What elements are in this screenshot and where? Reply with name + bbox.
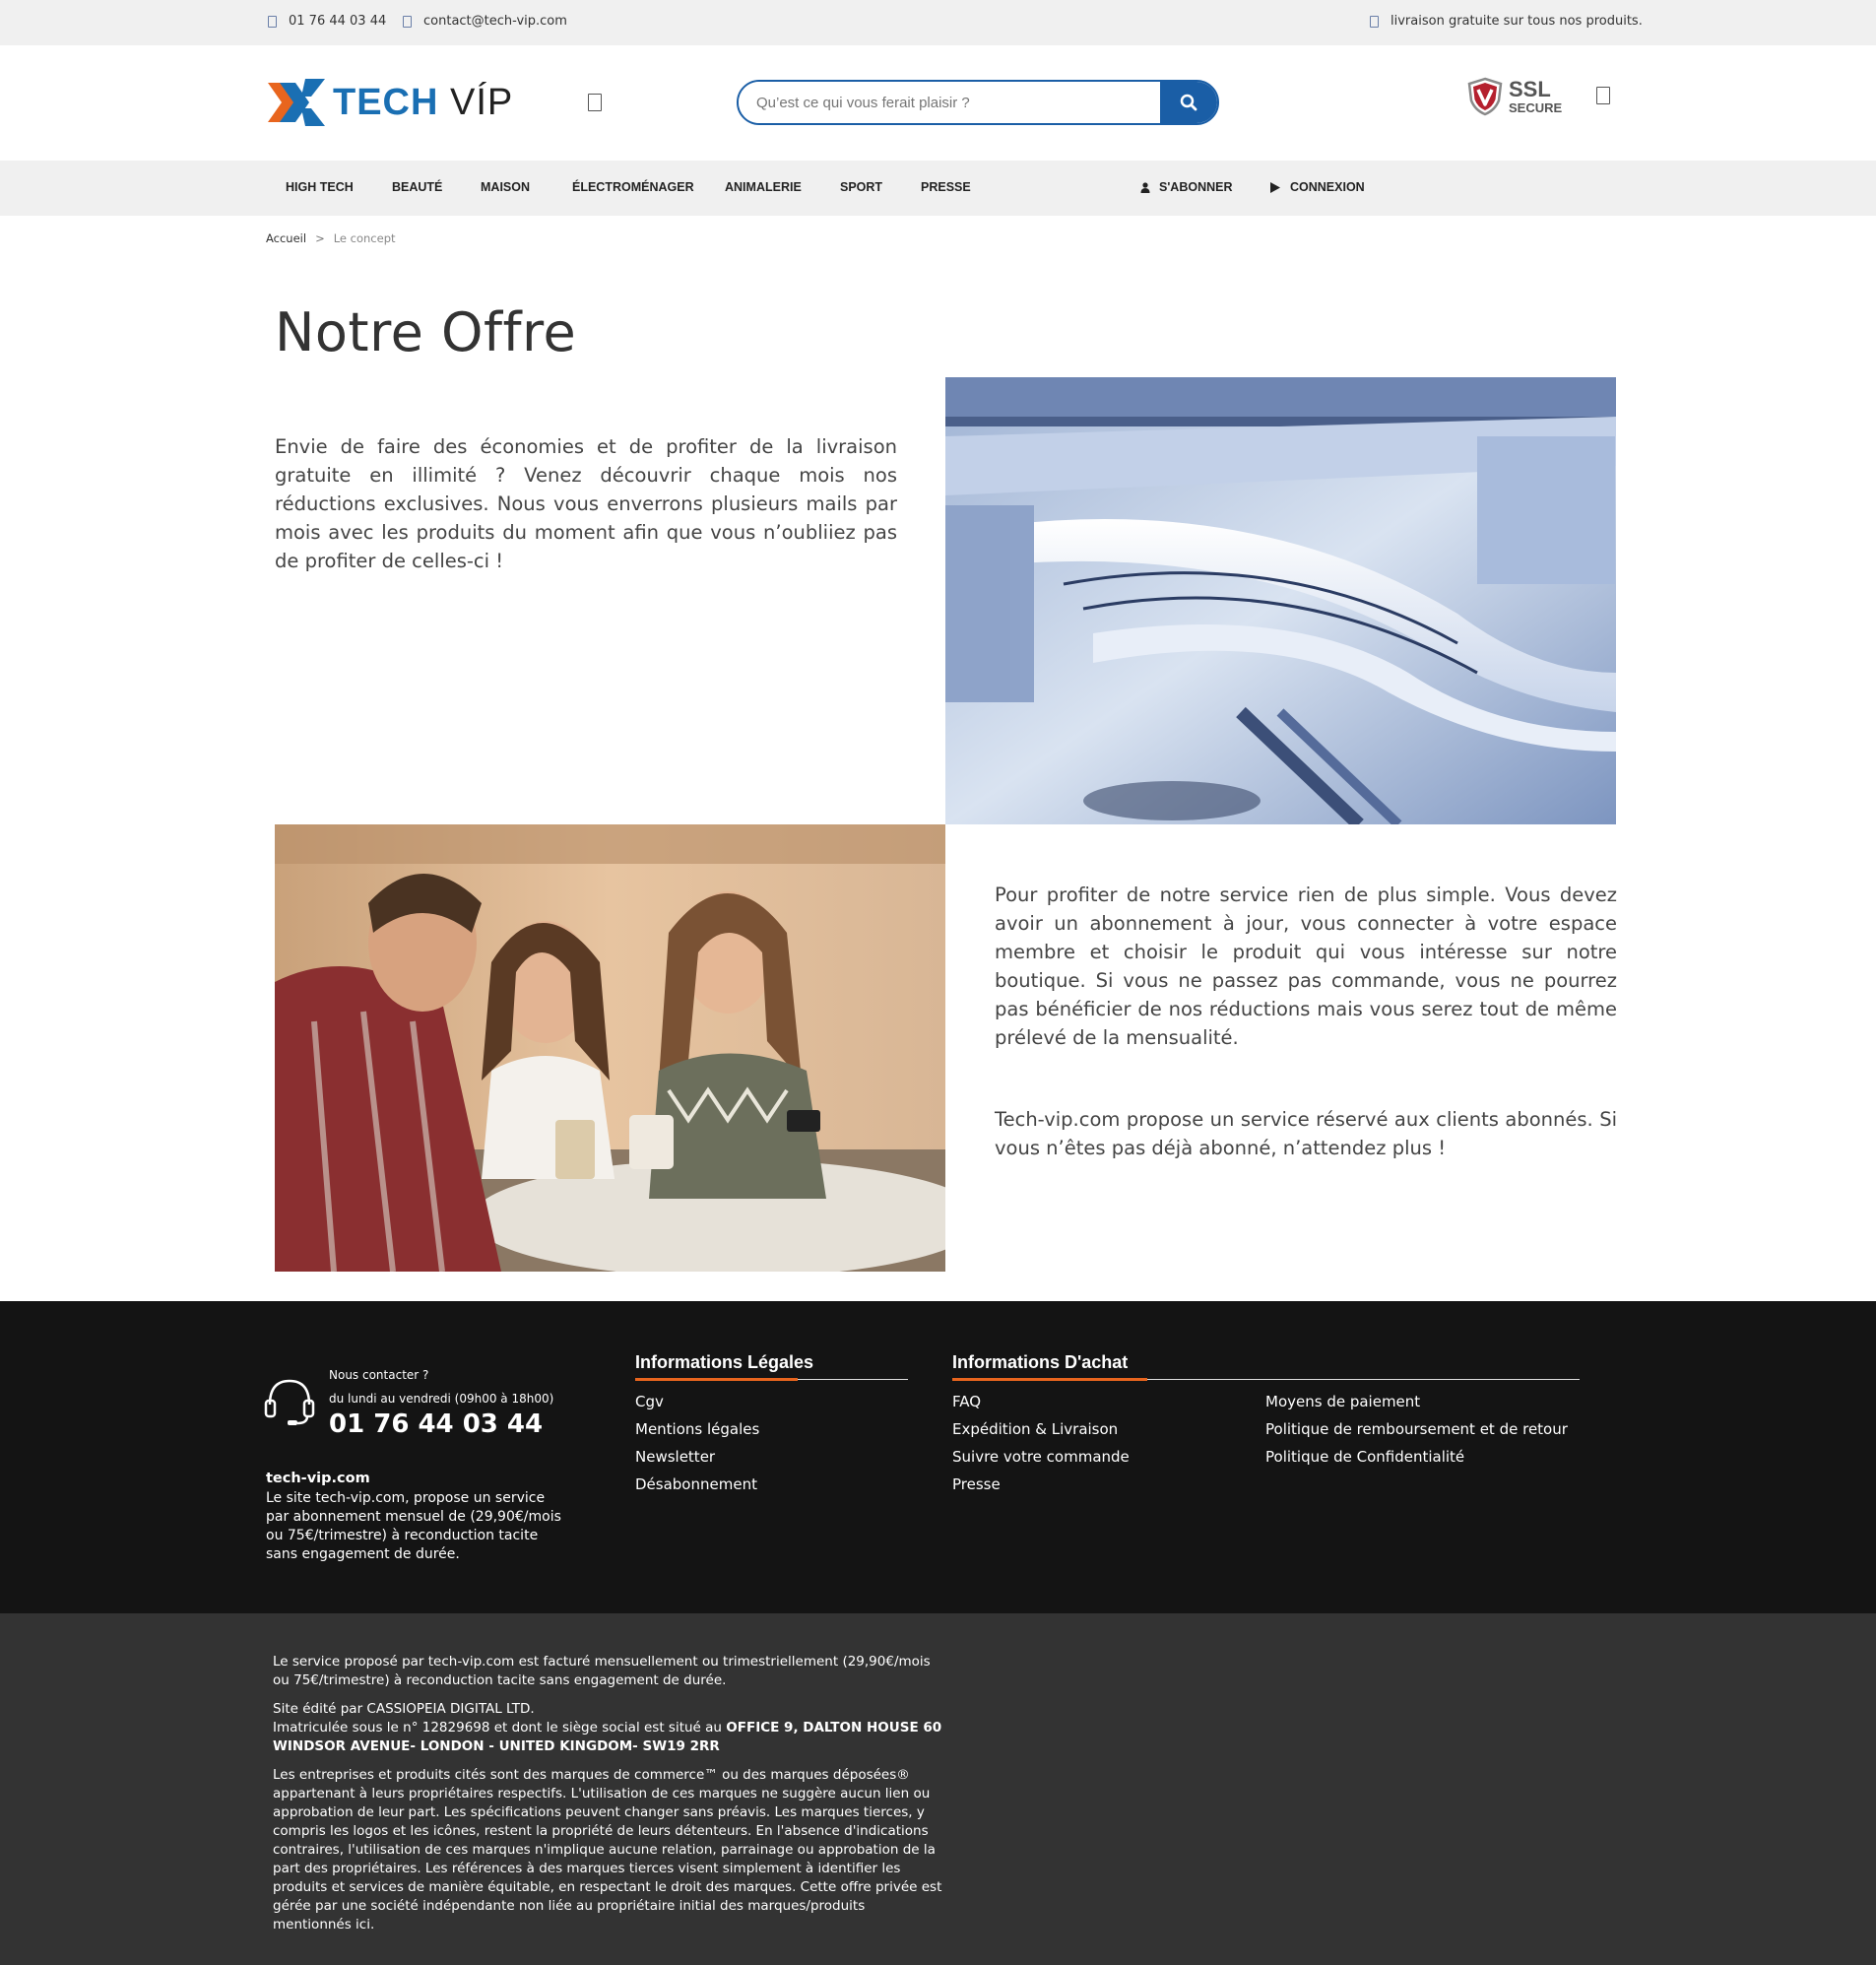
topbar-email-text: contact@tech-vip.com bbox=[423, 14, 567, 29]
footer-link-track-order[interactable]: Suivre votre commande bbox=[952, 1448, 1130, 1466]
cart-icon[interactable] bbox=[1596, 87, 1610, 104]
topbar-email[interactable]: contact@tech-vip.com bbox=[403, 14, 567, 29]
footer-link-cgv[interactable]: Cgv bbox=[635, 1393, 664, 1410]
howto-paragraph: Pour profiter de notre service rien de p… bbox=[995, 884, 1617, 1049]
nav-item-maison[interactable]: MAISON bbox=[481, 180, 530, 194]
footer-link-faq[interactable]: FAQ bbox=[952, 1393, 981, 1410]
page-title: Notre Offre bbox=[275, 301, 577, 363]
footer-site-desc: Le site tech-vip.com, propose un service… bbox=[266, 1490, 561, 1562]
legal-editor: Site édité par CASSIOPEIA DIGITAL LTD. I… bbox=[273, 1700, 942, 1756]
friends-cafe-image bbox=[275, 824, 945, 1272]
legal-info-title: Informations Légales bbox=[635, 1352, 814, 1372]
topbar-shipping-text: livraison gratuite sur tous nos produits… bbox=[1391, 14, 1643, 29]
search-icon bbox=[1180, 94, 1197, 111]
footer-link-shipping[interactable]: Expédition & Livraison bbox=[952, 1420, 1118, 1438]
topbar-phone[interactable]: 01 76 44 03 44 bbox=[268, 14, 386, 29]
play-icon bbox=[1270, 181, 1280, 193]
logo-mark-icon bbox=[268, 79, 325, 126]
search-bar bbox=[737, 80, 1219, 125]
nav-item-presse[interactable]: PRESSE bbox=[921, 180, 971, 194]
menu-icon[interactable] bbox=[588, 94, 602, 111]
legal-billing: Le service proposé par tech-vip.com est … bbox=[273, 1654, 931, 1688]
ssl-badge: SSL SECURE bbox=[1467, 77, 1562, 116]
nav-item-sport[interactable]: SPORT bbox=[840, 180, 882, 194]
legal-editor-line1: Site édité par CASSIOPEIA DIGITAL LTD. bbox=[273, 1701, 535, 1717]
breadcrumb-current: Le concept bbox=[333, 231, 396, 245]
logo-text: TECH VÍP bbox=[333, 82, 513, 124]
footer-link-unsubscribe[interactable]: Désabonnement bbox=[635, 1475, 757, 1493]
search-button[interactable] bbox=[1160, 82, 1217, 123]
nav-subscribe[interactable]: S'ABONNER bbox=[1140, 180, 1233, 194]
footer-site-name: tech-vip.com bbox=[266, 1471, 370, 1486]
main-nav: HIGH TECH BEAUTÉ MAISON ÉLECTROMÉNAGER A… bbox=[0, 161, 1876, 216]
footer-link-mentions[interactable]: Mentions légales bbox=[635, 1420, 759, 1438]
phone-icon bbox=[268, 15, 277, 28]
ssl-line1: SSL bbox=[1509, 77, 1551, 101]
nav-item-beaute[interactable]: BEAUTÉ bbox=[392, 180, 442, 194]
purchase-info-accent bbox=[952, 1378, 1147, 1381]
footer-link-privacy[interactable]: Politique de Confidentialité bbox=[1265, 1448, 1464, 1466]
purchase-info-title: Informations D'achat bbox=[952, 1352, 1129, 1372]
footer-link-newsletter[interactable]: Newsletter bbox=[635, 1448, 715, 1466]
footer-link-refund[interactable]: Politique de remboursement et de retour bbox=[1265, 1420, 1568, 1438]
header: TECH VÍP SSL SECURE bbox=[0, 45, 1876, 161]
footer: Nous contacter ? du lundi au vendredi (0… bbox=[0, 1301, 1876, 1613]
nav-login[interactable]: CONNEXION bbox=[1270, 180, 1365, 194]
nav-item-electromenager[interactable]: ÉLECTROMÉNAGER bbox=[572, 180, 694, 194]
legal-editor-line2: Imatriculée sous le n° 12829698 et dont … bbox=[273, 1720, 727, 1736]
escalator-mall-image bbox=[945, 377, 1616, 824]
legal-info-accent bbox=[635, 1378, 798, 1381]
breadcrumb-home[interactable]: Accueil bbox=[266, 231, 306, 245]
site-logo[interactable]: TECH VÍP bbox=[266, 75, 513, 130]
nav-subscribe-label: S'ABONNER bbox=[1159, 180, 1233, 194]
user-icon bbox=[1140, 181, 1150, 193]
topbar-shipping: livraison gratuite sur tous nos produits… bbox=[1370, 14, 1643, 29]
nav-item-animalerie[interactable]: ANIMALERIE bbox=[725, 180, 802, 194]
contact-phone[interactable]: 01 76 44 03 44 bbox=[329, 1409, 543, 1439]
topbar-phone-text: 01 76 44 03 44 bbox=[289, 14, 387, 29]
email-icon bbox=[403, 15, 412, 28]
subscribers-paragraph: Tech-vip.com propose un service réservé … bbox=[995, 1108, 1617, 1159]
logo-vip: VÍP bbox=[450, 81, 514, 123]
breadcrumb: Accueil > Le concept bbox=[266, 231, 396, 245]
footer-link-payment[interactable]: Moyens de paiement bbox=[1265, 1393, 1420, 1410]
search-input[interactable] bbox=[739, 82, 1160, 123]
shield-icon bbox=[1467, 77, 1503, 116]
intro-paragraph: Envie de faire des économies et de profi… bbox=[275, 435, 897, 572]
logo-tech: TECH bbox=[333, 81, 439, 123]
breadcrumb-separator: > bbox=[315, 231, 325, 245]
top-bar: 01 76 44 03 44 contact@tech-vip.com livr… bbox=[0, 0, 1876, 45]
headset-icon bbox=[264, 1379, 315, 1425]
nav-login-label: CONNEXION bbox=[1290, 180, 1365, 194]
footer-link-press[interactable]: Presse bbox=[952, 1475, 1001, 1493]
contact-label: Nous contacter ? bbox=[329, 1368, 429, 1382]
contact-hours: du lundi au vendredi (09h00 à 18h00) bbox=[329, 1392, 554, 1406]
legal-section: Le service proposé par tech-vip.com est … bbox=[0, 1613, 1876, 1965]
legal-trademarks: Les entreprises et produits cités sont d… bbox=[273, 1767, 942, 1932]
ssl-line2: SECURE bbox=[1509, 100, 1563, 115]
nav-item-high-tech[interactable]: HIGH TECH bbox=[286, 180, 354, 194]
truck-icon bbox=[1370, 15, 1379, 28]
